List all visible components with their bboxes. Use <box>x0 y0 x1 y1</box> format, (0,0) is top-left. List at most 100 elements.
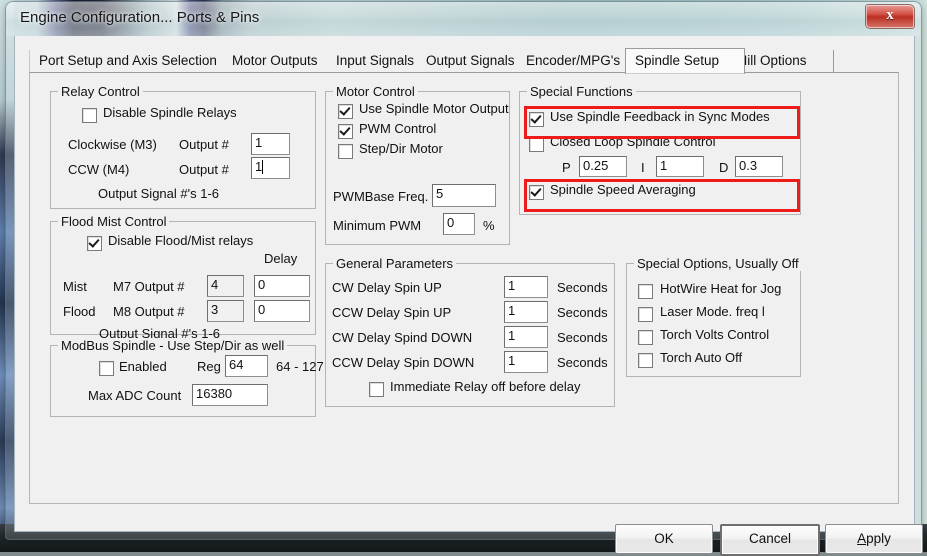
group-special-functions: Special Functions Use Spindle Feedback i… <box>519 91 801 215</box>
checkbox-use-spindle-feedback-in-sync-modes[interactable] <box>529 112 544 127</box>
label-pwm-control: PWM Control <box>359 121 436 136</box>
checkbox-laser-mode-freq[interactable] <box>638 307 653 322</box>
ok-button[interactable]: OK <box>615 524 713 554</box>
tab-spindle-setup[interactable]: Spindle Setup <box>625 48 745 74</box>
tab-label: Port Setup and Axis Selection <box>39 53 217 68</box>
input-mist-delay[interactable]: 0 <box>254 275 310 297</box>
checkbox-modbus-enabled[interactable] <box>99 361 114 376</box>
checkbox-step-dir-motor[interactable] <box>338 144 353 159</box>
label-disable-flood-mist-relays: Disable Flood/Mist relays <box>108 233 253 248</box>
label-max-adc-count: Max ADC Count <box>88 388 181 403</box>
label-immediate-relay-off-before-delay: Immediate Relay off before delay <box>390 379 581 394</box>
group-modbus-spindle: ModBus Spindle - Use Step/Dir as well En… <box>50 345 316 417</box>
tab-label: Motor Outputs <box>232 53 318 68</box>
group-caption: Special Functions <box>527 84 636 99</box>
label-clockwise-output-number: Output # <box>179 137 229 152</box>
title-bar[interactable]: Engine Configuration... Ports & Pins x <box>6 2 921 36</box>
tab-encoder-mpgs[interactable]: Encoder/MPG's <box>517 50 642 72</box>
tab-strip: Port Setup and Axis Selection Motor Outp… <box>29 48 899 72</box>
input-clockwise-output[interactable]: 1 <box>251 133 290 155</box>
input-modbus-reg[interactable]: 64 <box>225 355 268 377</box>
checkbox-immediate-relay-off-before-delay[interactable] <box>369 382 384 397</box>
input-pwm-base-freq[interactable]: 5 <box>432 184 496 207</box>
tab-label: Input Signals <box>336 53 414 68</box>
label-pid-i: I <box>641 160 645 175</box>
input-flood-output[interactable]: 3 <box>207 300 244 322</box>
label-spindle-speed-averaging: Spindle Speed Averaging <box>550 182 696 197</box>
checkbox-torch-auto-off[interactable] <box>638 353 653 368</box>
group-caption: ModBus Spindle - Use Step/Dir as well <box>58 338 287 353</box>
input-flood-delay[interactable]: 0 <box>254 300 310 322</box>
label-pid-d: D <box>719 160 728 175</box>
label-flood: Flood <box>63 304 96 319</box>
label-hotwire-heat-for-jog: HotWire Heat for Jog <box>660 281 781 296</box>
dialog-client-area: Port Setup and Axis Selection Motor Outp… <box>14 36 915 532</box>
label-cw-delay-spin-up: CW Delay Spin UP <box>332 280 442 295</box>
group-flood-mist-control: Flood Mist Control Disable Flood/Mist re… <box>50 221 316 335</box>
label-laser-mode-freq: Laser Mode. freq l <box>660 304 765 319</box>
checkbox-disable-spindle-relays[interactable] <box>82 108 97 123</box>
group-caption: Motor Control <box>333 84 418 99</box>
label-ccw-delay-spin-down-unit: Seconds <box>557 355 608 370</box>
label-modbus-enabled: Enabled <box>119 359 167 374</box>
input-pid-i[interactable]: 1 <box>656 156 704 177</box>
tab-label: Encoder/MPG's <box>526 53 620 68</box>
input-pid-p[interactable]: 0.25 <box>579 156 627 177</box>
cancel-button[interactable]: Cancel <box>720 524 820 556</box>
label-pwm-base-freq: PWMBase Freq. <box>333 189 428 204</box>
group-caption: Special Options, Usually Off <box>634 256 802 271</box>
apply-button-mnemonic: A <box>857 531 866 546</box>
label-ccw-m4: CCW (M4) <box>68 162 129 177</box>
checkbox-disable-flood-mist-relays[interactable] <box>87 236 102 251</box>
label-torch-volts-control: Torch Volts Control <box>660 327 769 342</box>
label-cw-delay-spin-up-unit: Seconds <box>557 280 608 295</box>
label-disable-spindle-relays: Disable Spindle Relays <box>103 105 237 120</box>
group-caption: General Parameters <box>333 256 456 271</box>
close-icon: x <box>866 7 914 24</box>
input-ccw-output[interactable]: 1 <box>251 157 290 179</box>
label-step-dir-motor: Step/Dir Motor <box>359 141 443 156</box>
group-caption: Relay Control <box>58 84 143 99</box>
input-mist-output[interactable]: 4 <box>207 275 244 297</box>
group-special-options: Special Options, Usually Off HotWire Hea… <box>626 263 801 377</box>
label-delay: Delay <box>264 251 297 266</box>
label-modbus-reg-range: 64 - 127 <box>276 359 324 374</box>
label-cw-delay-spind-down-unit: Seconds <box>557 330 608 345</box>
engine-configuration-dialog: Engine Configuration... Ports & Pins x P… <box>6 2 921 539</box>
tab-label: Spindle Setup <box>635 53 719 68</box>
input-cw-delay-spin-up[interactable]: 1 <box>504 276 548 298</box>
tab-label: Mill Options <box>736 53 807 68</box>
checkbox-hotwire-heat-for-jog[interactable] <box>638 284 653 299</box>
apply-button-label: pply <box>866 531 891 546</box>
label-cw-delay-spind-down: CW Delay Spind DOWN <box>332 330 472 345</box>
window-title: Engine Configuration... Ports & Pins <box>20 9 259 26</box>
close-button[interactable]: x <box>866 5 914 28</box>
label-relay-output-signal-note: Output Signal #'s 1-6 <box>98 186 219 201</box>
checkbox-use-spindle-motor-output[interactable] <box>338 104 353 119</box>
checkbox-closed-loop-spindle-control[interactable] <box>529 137 544 152</box>
group-relay-control: Relay Control Disable Spindle Relays Clo… <box>50 91 316 209</box>
input-ccw-delay-spin-up[interactable]: 1 <box>504 301 548 323</box>
label-use-spindle-feedback-in-sync-modes: Use Spindle Feedback in Sync Modes <box>550 109 770 124</box>
label-mist: Mist <box>63 279 87 294</box>
input-minimum-pwm[interactable]: 0 <box>443 213 475 235</box>
checkbox-spindle-speed-averaging[interactable] <box>529 185 544 200</box>
spindle-setup-panel: Relay Control Disable Spindle Relays Clo… <box>29 72 899 504</box>
group-caption: Flood Mist Control <box>58 214 169 229</box>
group-general-parameters: General Parameters CW Delay Spin UP 1 Se… <box>325 263 615 407</box>
label-pid-p: P <box>562 160 571 175</box>
group-motor-control: Motor Control Use Spindle Motor Output P… <box>325 91 510 245</box>
label-percent-sign: % <box>483 218 495 233</box>
label-clockwise-m3: Clockwise (M3) <box>68 137 157 152</box>
input-pid-d[interactable]: 0.3 <box>735 156 783 177</box>
input-cw-delay-spind-down[interactable]: 1 <box>504 326 548 348</box>
tab-motor-outputs[interactable]: Motor Outputs <box>223 50 344 72</box>
tab-port-setup-and-axis-selection[interactable]: Port Setup and Axis Selection <box>29 50 241 72</box>
checkbox-torch-volts-control[interactable] <box>638 330 653 345</box>
apply-button[interactable]: Apply <box>825 524 923 554</box>
label-use-spindle-motor-output: Use Spindle Motor Output <box>359 101 509 116</box>
label-flood-m8-output: M8 Output # <box>113 304 185 319</box>
checkbox-pwm-control[interactable] <box>338 124 353 139</box>
input-max-adc-count[interactable]: 16380 <box>192 384 268 406</box>
input-ccw-delay-spin-down[interactable]: 1 <box>504 351 548 373</box>
